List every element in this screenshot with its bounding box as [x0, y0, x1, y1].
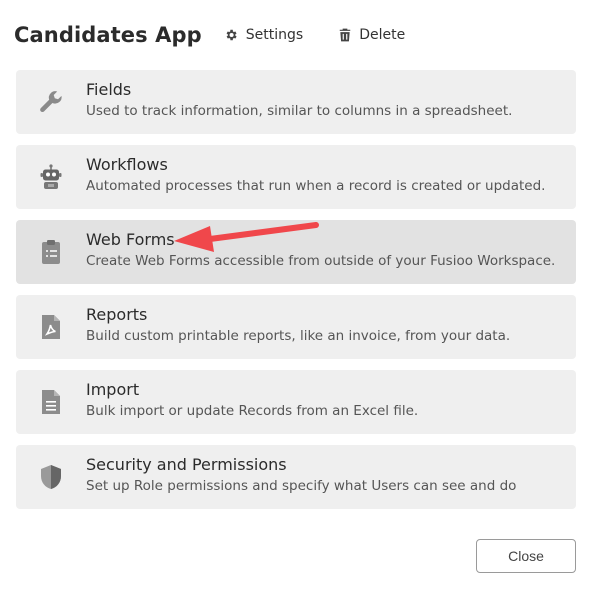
- delete-button[interactable]: Delete: [339, 27, 405, 43]
- list-item-web-forms[interactable]: Web Forms Create Web Forms accessible fr…: [16, 220, 576, 284]
- settings-button[interactable]: Settings: [224, 27, 303, 43]
- list-item-reports[interactable]: Reports Build custom printable reports, …: [16, 295, 576, 359]
- list-item-security[interactable]: Security and Permissions Set up Role per…: [16, 445, 576, 509]
- item-description: Build custom printable reports, like an …: [86, 328, 511, 344]
- trash-icon: [339, 28, 351, 42]
- delete-label: Delete: [359, 27, 406, 43]
- item-description: Bulk import or update Records from an Ex…: [86, 403, 419, 419]
- pdf-file-icon: [16, 314, 86, 340]
- item-title: Security and Permissions: [86, 455, 287, 474]
- item-description: Used to track information, similar to co…: [86, 103, 513, 119]
- item-title: Web Forms: [86, 230, 175, 249]
- list-item-fields[interactable]: Fields Used to track information, simila…: [16, 70, 576, 134]
- list-item-workflows[interactable]: Workflows Automated processes that run w…: [16, 145, 576, 209]
- gear-icon: [226, 29, 237, 41]
- settings-list: Fields Used to track information, simila…: [16, 70, 576, 520]
- list-item-import[interactable]: Import Bulk import or update Records fro…: [16, 370, 576, 434]
- item-title: Workflows: [86, 155, 168, 174]
- item-description: Set up Role permissions and specify what…: [86, 478, 517, 494]
- item-title: Fields: [86, 80, 132, 99]
- item-description: Create Web Forms accessible from outside…: [86, 253, 556, 269]
- app-header: Candidates App Settings Delete: [14, 18, 405, 52]
- document-icon: [16, 389, 86, 415]
- robot-icon: [16, 164, 86, 190]
- app-title: Candidates App: [14, 23, 202, 47]
- wrench-icon: [16, 89, 86, 115]
- item-title: Import: [86, 380, 140, 399]
- clipboard-icon: [16, 239, 86, 265]
- shield-icon: [16, 464, 86, 490]
- settings-label: Settings: [245, 27, 304, 43]
- item-title: Reports: [86, 305, 148, 324]
- item-description: Automated processes that run when a reco…: [86, 178, 546, 194]
- close-button[interactable]: Close: [476, 539, 576, 573]
